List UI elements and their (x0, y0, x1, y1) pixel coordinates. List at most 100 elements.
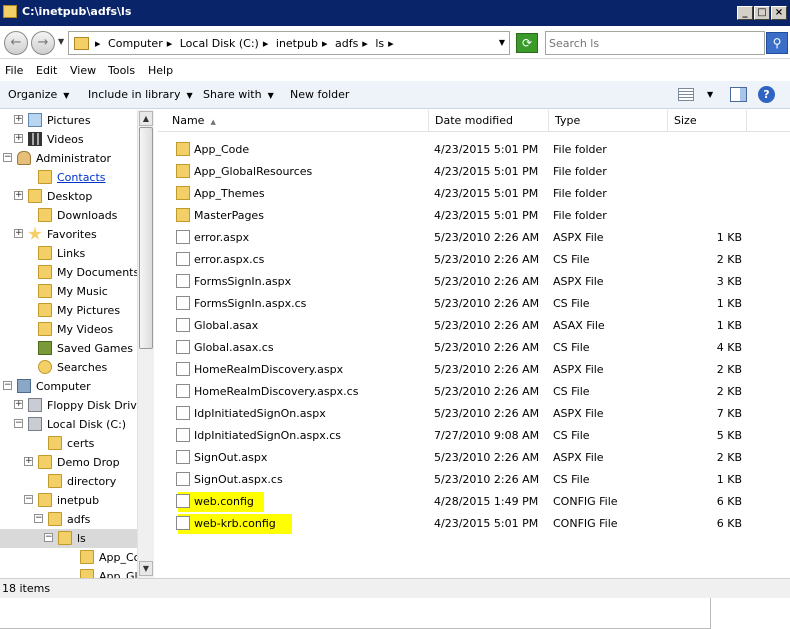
file-name: FormsSignIn.aspx.cs (194, 297, 307, 310)
organize-button[interactable]: Organize ▼ (8, 88, 69, 101)
scroll-up-arrow[interactable]: ▲ (139, 111, 153, 126)
column-name[interactable]: Name ▲ (166, 110, 429, 132)
expand-icon[interactable]: + (14, 134, 23, 143)
maximize-button[interactable]: □ (754, 6, 770, 20)
file-row[interactable]: web.config 4/28/2015 1:49 PM CONFIG File 6 … (158, 491, 790, 513)
nav-item-contacts[interactable]: Contacts (0, 168, 150, 187)
nav-item-desktop[interactable]: + Desktop (0, 187, 150, 206)
expand-icon[interactable]: + (14, 115, 23, 124)
include-in-library-button[interactable]: Include in library ▼ (88, 88, 193, 101)
expand-icon[interactable]: + (14, 400, 23, 409)
collapse-icon[interactable]: − (44, 533, 53, 542)
nav-item-computer[interactable]: − Computer (0, 377, 150, 396)
nav-item-local-disk-c[interactable]: − Local Disk (C:) (0, 415, 150, 434)
explorer-window: C:\inetpub\adfs\ls _ □ × ← → ▼ ▸ Compute… (0, 0, 790, 629)
collapse-icon[interactable]: − (14, 419, 23, 428)
menu-edit[interactable]: Edit (36, 64, 57, 77)
file-type: CS File (553, 253, 590, 266)
change-view-icon[interactable] (678, 88, 694, 101)
help-icon[interactable]: ? (758, 86, 775, 103)
expand-icon[interactable]: + (14, 229, 23, 238)
refresh-button[interactable]: ⟳ (516, 33, 538, 53)
new-folder-button[interactable]: New folder (290, 88, 349, 101)
search-box[interactable] (545, 31, 765, 55)
nav-item-directory[interactable]: directory (0, 472, 150, 491)
nav-item-administrator[interactable]: − Administrator (0, 149, 150, 168)
collapse-icon[interactable]: − (3, 153, 12, 162)
minimize-button[interactable]: _ (737, 6, 753, 20)
file-row[interactable]: web-krb.config 4/23/2015 5:01 PM CONFIG Fi… (158, 513, 790, 535)
menu-help[interactable]: Help (148, 64, 173, 77)
nav-item-pictures[interactable]: + Pictures (0, 111, 150, 130)
collapse-icon[interactable]: − (3, 381, 12, 390)
forward-button[interactable]: → (31, 31, 55, 55)
menu-tools[interactable]: Tools (108, 64, 135, 77)
collapse-icon[interactable]: − (24, 495, 33, 504)
file-row[interactable]: App_GlobalResources 4/23/2015 5:01 PM File… (158, 161, 790, 183)
file-row[interactable]: HomeRealmDiscovery.aspx.cs 5/23/2010 2:26… (158, 381, 790, 403)
nav-item-my-documents[interactable]: My Documents (0, 263, 150, 282)
nav-item-videos[interactable]: + Videos (0, 130, 150, 149)
file-row[interactable]: SignOut.aspx 5/23/2010 2:26 AM ASPX File 2 … (158, 447, 790, 469)
file-row[interactable]: error.aspx 5/23/2010 2:26 AM ASPX File 1 KB (158, 227, 790, 249)
search-icon[interactable]: ⚲ (766, 32, 788, 54)
nav-item-certs[interactable]: certs (0, 434, 150, 453)
column-size[interactable]: Size (668, 110, 747, 132)
file-row[interactable]: FormsSignIn.aspx.cs 5/23/2010 2:26 AM CS F… (158, 293, 790, 315)
nav-item-links[interactable]: Links (0, 244, 150, 263)
address-dropdown[interactable]: ▼ (499, 38, 505, 47)
file-row[interactable]: IdpInitiatedSignOn.aspx.cs 7/27/2010 9:08… (158, 425, 790, 447)
nav-item-my-videos[interactable]: My Videos (0, 320, 150, 339)
breadcrumb-ls[interactable]: ls (375, 37, 384, 50)
recent-pages-dropdown[interactable]: ▼ (58, 37, 64, 46)
file-row[interactable]: Global.asax 5/23/2010 2:26 AM ASAX File 1 K… (158, 315, 790, 337)
view-options-dropdown[interactable]: ▼ (707, 90, 713, 99)
file-row[interactable]: MasterPages 4/23/2015 5:01 PM File folder (158, 205, 790, 227)
search-folder-icon (38, 360, 52, 374)
nav-item-searches[interactable]: Searches (0, 358, 150, 377)
breadcrumb-local-disk[interactable]: Local Disk (C:) (180, 37, 259, 50)
file-row[interactable]: FormsSignIn.aspx 5/23/2010 2:26 AM ASPX Fi… (158, 271, 790, 293)
nav-item-downloads[interactable]: Downloads (0, 206, 150, 225)
scroll-thumb[interactable] (139, 127, 153, 349)
column-date-modified[interactable]: Date modified (429, 110, 549, 132)
file-icon (176, 340, 190, 354)
folder-icon (38, 284, 52, 298)
file-row[interactable]: App_Code 4/23/2015 5:01 PM File folder (158, 139, 790, 161)
scroll-down-arrow[interactable]: ▼ (139, 561, 153, 576)
breadcrumb-computer[interactable]: Computer (108, 37, 163, 50)
nav-item-my-pictures[interactable]: My Pictures (0, 301, 150, 320)
nav-item-demo-drop[interactable]: + Demo Drop (0, 453, 150, 472)
nav-item-saved-games[interactable]: Saved Games (0, 339, 150, 358)
nav-item-floppy-disk-drive[interactable]: + Floppy Disk Drive (0, 396, 150, 415)
nav-item-inetpub[interactable]: − inetpub (0, 491, 150, 510)
back-button[interactable]: ← (4, 31, 28, 55)
nav-scrollbar[interactable]: ▲ ▼ (137, 110, 154, 578)
breadcrumb[interactable]: ▸ Computer ▸ Local Disk (C:) ▸ inetpub ▸ ad… (68, 31, 510, 55)
nav-item-adfs[interactable]: − adfs (0, 510, 150, 529)
file-row[interactable]: HomeRealmDiscovery.aspx 5/23/2010 2:26 AM… (158, 359, 790, 381)
nav-item-app-cod[interactable]: App_Cod (0, 548, 150, 567)
nav-item-label: Saved Games (57, 342, 133, 355)
share-with-button[interactable]: Share with ▼ (203, 88, 274, 101)
nav-item-my-music[interactable]: My Music (0, 282, 150, 301)
close-button[interactable]: × (771, 6, 787, 20)
file-row[interactable]: App_Themes 4/23/2015 5:01 PM File folder (158, 183, 790, 205)
breadcrumb-inetpub[interactable]: inetpub (276, 37, 318, 50)
expand-icon[interactable]: + (14, 191, 23, 200)
search-input[interactable] (549, 35, 759, 51)
preview-pane-icon[interactable] (730, 87, 747, 102)
menu-file[interactable]: File (5, 64, 23, 77)
nav-item-app-glo[interactable]: App_Glo (0, 567, 150, 578)
breadcrumb-adfs[interactable]: adfs (335, 37, 358, 50)
expand-icon[interactable]: + (24, 457, 33, 466)
column-type[interactable]: Type (549, 110, 668, 132)
nav-item-ls[interactable]: − ls (0, 529, 150, 548)
file-row[interactable]: SignOut.aspx.cs 5/23/2010 2:26 AM CS File 1… (158, 469, 790, 491)
menu-view[interactable]: View (70, 64, 96, 77)
file-row[interactable]: error.aspx.cs 5/23/2010 2:26 AM CS File 2 K… (158, 249, 790, 271)
file-row[interactable]: IdpInitiatedSignOn.aspx 5/23/2010 2:26 AM… (158, 403, 790, 425)
nav-item-favorites[interactable]: + Favorites (0, 225, 150, 244)
collapse-icon[interactable]: − (34, 514, 43, 523)
file-row[interactable]: Global.asax.cs 5/23/2010 2:26 AM CS File 4 … (158, 337, 790, 359)
